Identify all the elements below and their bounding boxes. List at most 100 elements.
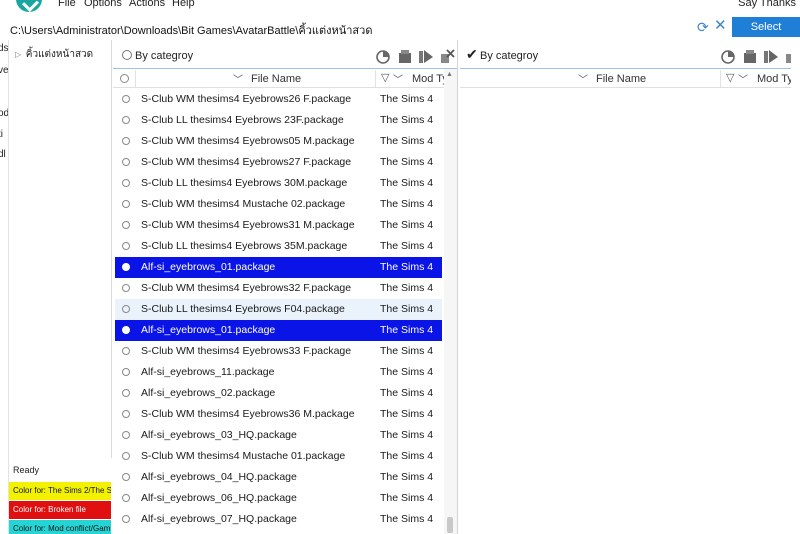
table-row[interactable]: S-Club LL thesims4 Eyebrows 35M.package T…	[115, 236, 442, 257]
category-radio[interactable]	[122, 50, 132, 60]
column-mod-type[interactable]: Mod Ty	[412, 73, 448, 85]
table-row[interactable]: Alf-si_eyebrows_01.package The Sims 4	[115, 257, 442, 278]
menu-file[interactable]: File	[58, 0, 76, 9]
row-radio[interactable]	[122, 410, 130, 418]
delete-file-icon[interactable]	[439, 48, 455, 64]
row-radio[interactable]	[122, 137, 130, 145]
checkmark-icon[interactable]: ✔	[466, 46, 478, 63]
mod-type-cell: The Sims 4	[380, 513, 434, 525]
mod-type-cell: The Sims 4	[380, 492, 434, 504]
vertical-scrollbar[interactable]: ▲	[444, 69, 457, 534]
file-name-cell: Alf-si_eyebrows_07_HQ.package	[141, 513, 297, 525]
column-separator	[720, 70, 721, 87]
row-radio[interactable]	[122, 242, 130, 250]
file-name-cell: S-Club WM thesims4 Eyebrows26 F.package	[141, 93, 352, 105]
file-name-cell: S-Club LL thesims4 Eyebrows 35M.package	[141, 240, 348, 252]
select-button[interactable]: Select	[732, 17, 800, 37]
row-radio[interactable]	[122, 200, 130, 208]
category-bar: ✔ By categroy	[460, 45, 800, 67]
row-radio[interactable]	[122, 494, 130, 502]
path-input[interactable]: C:\Users\Administrator\Downloads\Bit Gam…	[10, 21, 372, 39]
row-radio[interactable]	[122, 389, 130, 397]
tree-item-folder[interactable]: ▷ คิ้วแต่งหน้าสวด	[15, 47, 93, 62]
row-radio[interactable]	[122, 452, 130, 460]
table-row[interactable]: Alf-si_eyebrows_06_HQ.package The Sims 4	[115, 488, 442, 509]
table-row[interactable]: S-Club WM thesims4 Mustache 01.package Th…	[115, 446, 442, 467]
row-radio[interactable]	[122, 326, 130, 334]
file-name-cell: S-Club LL thesims4 Eyebrows 30M.package	[141, 177, 348, 189]
row-radio[interactable]	[122, 284, 130, 292]
column-header: ﹀ File Name ▽ ﹀ Mod Ty	[113, 68, 457, 88]
table-row[interactable]: S-Club WM thesims4 Eyebrows31 M.package T…	[115, 215, 442, 236]
row-radio[interactable]	[122, 158, 130, 166]
package-icon[interactable]	[742, 48, 758, 64]
mod-type-cell: The Sims 4	[380, 324, 434, 336]
app-logo-icon	[16, 0, 42, 12]
file-name-cell: S-Club LL thesims4 Eyebrows 23F.package	[141, 114, 344, 126]
table-row[interactable]: S-Club WM thesims4 Eyebrows33 F.package T…	[115, 341, 442, 362]
chevron-down-icon[interactable]: ﹀	[738, 71, 748, 86]
table-row[interactable]: S-Club LL thesims4 Eyebrows F04.package T…	[115, 299, 442, 320]
row-radio[interactable]	[122, 179, 130, 187]
table-row[interactable]: S-Club WM thesims4 Eyebrows32 F.package T…	[115, 278, 442, 299]
pie-chart-icon[interactable]	[375, 48, 391, 64]
table-row[interactable]: Alf-si_eyebrows_01.package The Sims 4	[115, 320, 442, 341]
table-row[interactable]: Alf-si_eyebrows_07_HQ.package The Sims 4	[115, 509, 442, 530]
column-file-name[interactable]: File Name	[251, 73, 301, 85]
menu-actions[interactable]: Actions	[129, 0, 165, 9]
filter-icon[interactable]: ▽	[381, 71, 389, 84]
mod-type-cell: The Sims 4	[380, 471, 434, 483]
table-row[interactable]: S-Club WM thesims4 Eyebrows27 F.package T…	[115, 152, 442, 173]
chevron-down-icon[interactable]: ﹀	[578, 71, 588, 86]
table-row[interactable]: S-Club WM thesims4 Eyebrows26 F.package T…	[115, 89, 442, 110]
play-file-icon[interactable]	[418, 48, 434, 64]
chevron-down-icon[interactable]: ﹀	[393, 71, 403, 86]
mod-type-cell: The Sims 4	[380, 261, 434, 273]
row-radio[interactable]	[122, 305, 130, 313]
expand-arrow-icon[interactable]: ▷	[15, 50, 23, 59]
package-icon[interactable]	[397, 48, 413, 64]
row-radio[interactable]	[122, 95, 130, 103]
file-name-cell: Alf-si_eyebrows_01.package	[141, 324, 276, 336]
mod-type-cell: The Sims 4	[380, 345, 434, 357]
table-row[interactable]: S-Club LL thesims4 Eyebrows 30M.package T…	[115, 173, 442, 194]
chevron-down-icon[interactable]: ﹀	[233, 71, 243, 86]
menu-bar: File Options Actions Help Say Thanks	[0, 0, 800, 12]
table-row[interactable]: Alf-si_eyebrows_03_HQ.package The Sims 4	[115, 425, 442, 446]
table-row[interactable]: S-Club WM thesims4 Eyebrows05 M.package T…	[115, 131, 442, 152]
mod-type-cell: The Sims 4	[380, 135, 434, 147]
table-row[interactable]: S-Club LL thesims4 Eyebrows 23F.package T…	[115, 110, 442, 131]
row-radio[interactable]	[122, 515, 130, 523]
menu-options[interactable]: Options	[84, 0, 122, 9]
refresh-icon[interactable]: ⟳	[697, 20, 711, 34]
say-thanks-link[interactable]: Say Thanks	[738, 0, 796, 9]
filter-icon[interactable]: ▽	[726, 71, 734, 84]
table-row[interactable]: S-Club WM thesims4 Eyebrows36 M.package T…	[115, 404, 442, 425]
row-radio[interactable]	[122, 221, 130, 229]
row-radio[interactable]	[122, 368, 130, 376]
menu-help[interactable]: Help	[172, 0, 195, 9]
table-row[interactable]: Alf-si_eyebrows_04_HQ.package The Sims 4	[115, 467, 442, 488]
file-name-cell: S-Club WM thesims4 Eyebrows05 M.package	[141, 135, 355, 147]
scroll-up-icon[interactable]: ▲	[446, 71, 453, 78]
scroll-thumb[interactable]	[447, 517, 453, 533]
row-radio[interactable]	[122, 116, 130, 124]
table-row[interactable]: Alf-si_eyebrows_11.package The Sims 4	[115, 362, 442, 383]
column-header: ﹀ File Name ▽ ﹀ Mod Type	[460, 68, 800, 88]
column-file-name[interactable]: File Name	[596, 73, 646, 85]
folder-tree: ▷ คิ้วแต่งหน้าสวด	[9, 40, 112, 458]
row-radio[interactable]	[122, 473, 130, 481]
pie-chart-icon[interactable]	[720, 48, 736, 64]
row-radio[interactable]	[122, 431, 130, 439]
mod-type-cell: The Sims 4	[380, 240, 434, 252]
mod-list-panel-right: ✔ By categroy ﹀ File Name ▽ ﹀ Mod Type	[460, 40, 800, 534]
table-row[interactable]: S-Club WM thesims4 Mustache 02.package Th…	[115, 194, 442, 215]
table-row[interactable]: Alf-si_eyebrows_02.package The Sims 4	[115, 383, 442, 404]
close-icon[interactable]: ✕	[714, 18, 728, 33]
right-edge-strip	[791, 40, 800, 534]
play-file-icon[interactable]	[763, 48, 779, 64]
row-radio[interactable]	[122, 347, 130, 355]
row-radio[interactable]	[122, 263, 130, 271]
select-all-radio[interactable]	[120, 74, 129, 83]
category-label: By categroy	[135, 50, 194, 62]
